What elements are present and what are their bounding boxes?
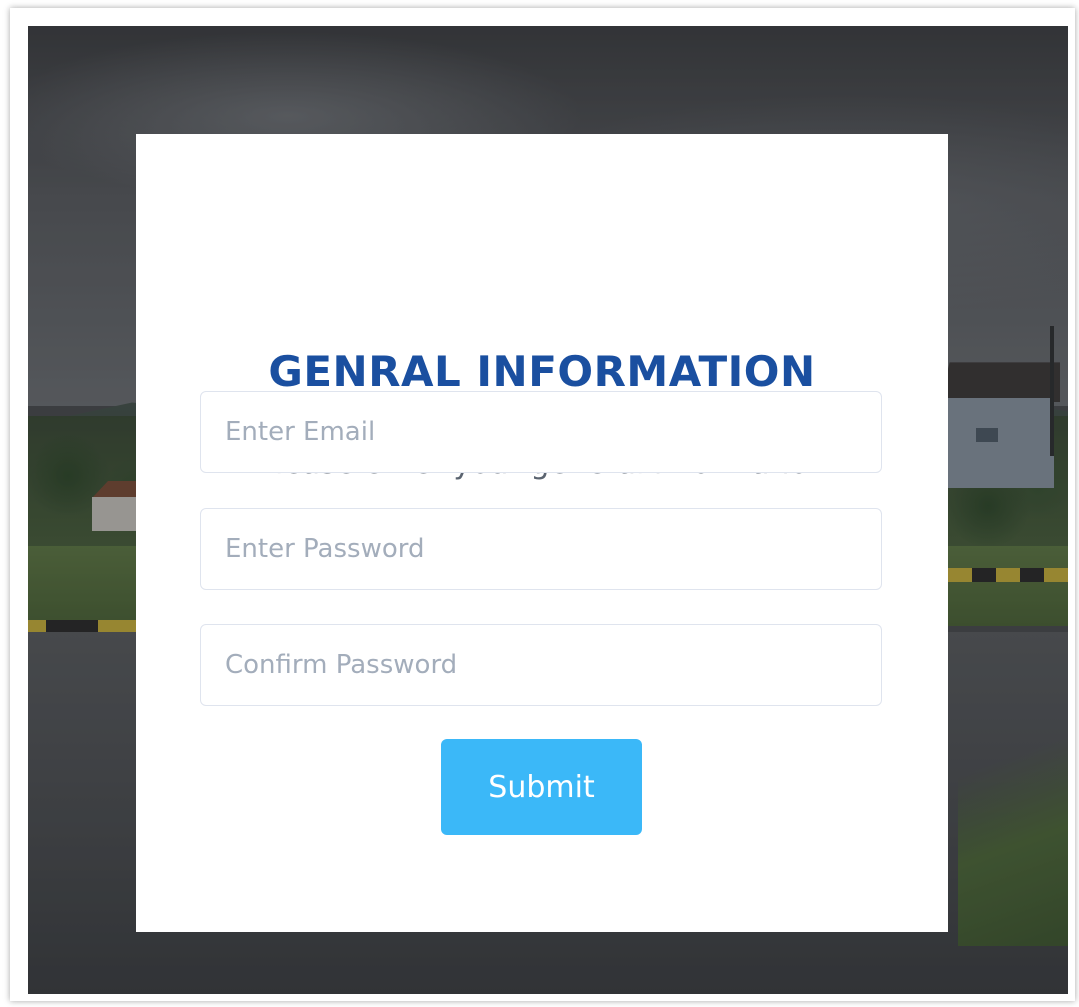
email-input[interactable] (200, 391, 882, 473)
confirm-password-input[interactable] (200, 624, 882, 706)
password-input[interactable] (200, 508, 882, 590)
submit-button[interactable]: Submit (441, 739, 642, 835)
